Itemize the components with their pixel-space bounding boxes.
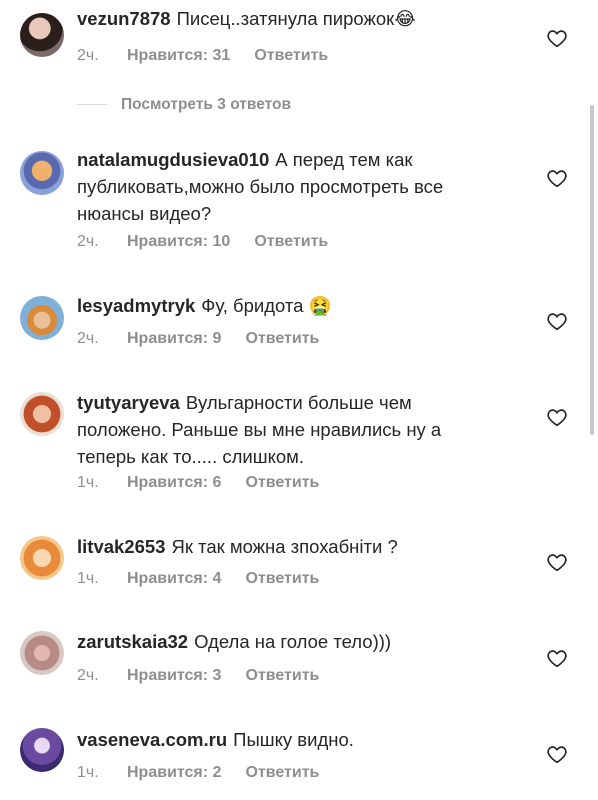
divider: [77, 104, 107, 106]
comment-username[interactable]: lesyadmytryk: [77, 295, 195, 316]
heart-icon[interactable]: [546, 406, 568, 428]
comment-likes[interactable]: Нравится: 3: [127, 667, 221, 685]
comment-time: 1ч.: [77, 474, 99, 491]
comment-time: 2ч.: [77, 47, 99, 64]
comment-username[interactable]: litvak2653: [77, 536, 165, 557]
comment-text: Писец..затянула пирожок😂: [176, 8, 416, 29]
comment-text: Як так можна зпохабніти ?: [171, 536, 398, 557]
comment-meta: 1ч. Нравится: 6 Ответить: [77, 474, 319, 492]
comment-likes[interactable]: Нравится: 9: [127, 330, 221, 348]
avatar[interactable]: [20, 392, 64, 436]
comment-text-block: vezun7878 Писец..затянула пирожок😂: [77, 5, 497, 32]
heart-icon[interactable]: [546, 27, 568, 49]
comment-username[interactable]: vaseneva.com.ru: [77, 729, 227, 750]
comment-username[interactable]: tyutyaryeva: [77, 392, 180, 413]
comment-meta: 1ч. Нравится: 4 Ответить: [77, 570, 319, 588]
heart-icon[interactable]: [546, 551, 568, 573]
view-replies-button[interactable]: Посмотреть 3 ответов: [77, 96, 291, 120]
avatar[interactable]: [20, 296, 64, 340]
comment-text-block: vaseneva.com.ru Пышку видно.: [77, 726, 497, 753]
comment-time: 2ч.: [77, 330, 99, 347]
avatar[interactable]: [20, 631, 64, 675]
reply-button[interactable]: Ответить: [245, 474, 319, 492]
comment-text-block: natalamugdusieva010 А перед тем как публи…: [77, 146, 497, 227]
avatar[interactable]: [20, 151, 64, 195]
comment-meta: 2ч. Нравится: 3 Ответить: [77, 667, 319, 685]
reply-button[interactable]: Ответить: [245, 667, 319, 685]
comment-username[interactable]: natalamugdusieva010: [77, 149, 269, 170]
reply-button[interactable]: Ответить: [245, 764, 319, 782]
avatar[interactable]: [20, 13, 64, 57]
comment-likes[interactable]: Нравится: 6: [127, 474, 221, 492]
heart-icon[interactable]: [546, 743, 568, 765]
comment-text-block: zarutskaia32 Одела на голое тело))): [77, 628, 497, 655]
comment-meta: 1ч. Нравится: 2 Ответить: [77, 764, 319, 782]
reply-button[interactable]: Ответить: [245, 570, 319, 588]
comment-text: Пышку видно.: [233, 729, 354, 750]
comment-time: 2ч.: [77, 667, 99, 684]
comment-username[interactable]: zarutskaia32: [77, 631, 188, 652]
comment-time: 1ч.: [77, 570, 99, 587]
heart-icon[interactable]: [546, 167, 568, 189]
comment-meta: 2ч. Нравится: 31 Ответить: [77, 47, 328, 65]
comment-text-block: lesyadmytryk Фу, бридота 🤮: [77, 292, 497, 319]
reply-button[interactable]: Ответить: [254, 233, 328, 251]
view-replies-label: Посмотреть 3 ответов: [121, 96, 291, 113]
comment-time: 2ч.: [77, 233, 99, 250]
comment-likes[interactable]: Нравится: 31: [127, 47, 230, 65]
comment-username[interactable]: vezun7878: [77, 8, 171, 29]
comment-likes[interactable]: Нравится: 4: [127, 570, 221, 588]
comment-text: Одела на голое тело))): [194, 631, 392, 652]
avatar[interactable]: [20, 536, 64, 580]
heart-icon[interactable]: [546, 310, 568, 332]
heart-icon[interactable]: [546, 647, 568, 669]
avatar[interactable]: [20, 728, 64, 772]
comment-text: Фу, бридота 🤮: [201, 295, 332, 316]
comment-likes[interactable]: Нравится: 10: [127, 233, 230, 251]
comment-time: 1ч.: [77, 764, 99, 781]
comment-meta: 2ч. Нравится: 10 Ответить: [77, 233, 328, 251]
comment-meta: 2ч. Нравится: 9 Ответить: [77, 330, 319, 348]
comment-likes[interactable]: Нравится: 2: [127, 764, 221, 782]
reply-button[interactable]: Ответить: [245, 330, 319, 348]
comment-text-block: tyutyaryeva Вульгарности больше чем полож…: [77, 389, 497, 470]
reply-button[interactable]: Ответить: [254, 47, 328, 65]
scrollbar[interactable]: [590, 105, 594, 435]
comment-text-block: litvak2653 Як так можна зпохабніти ?: [77, 533, 497, 560]
